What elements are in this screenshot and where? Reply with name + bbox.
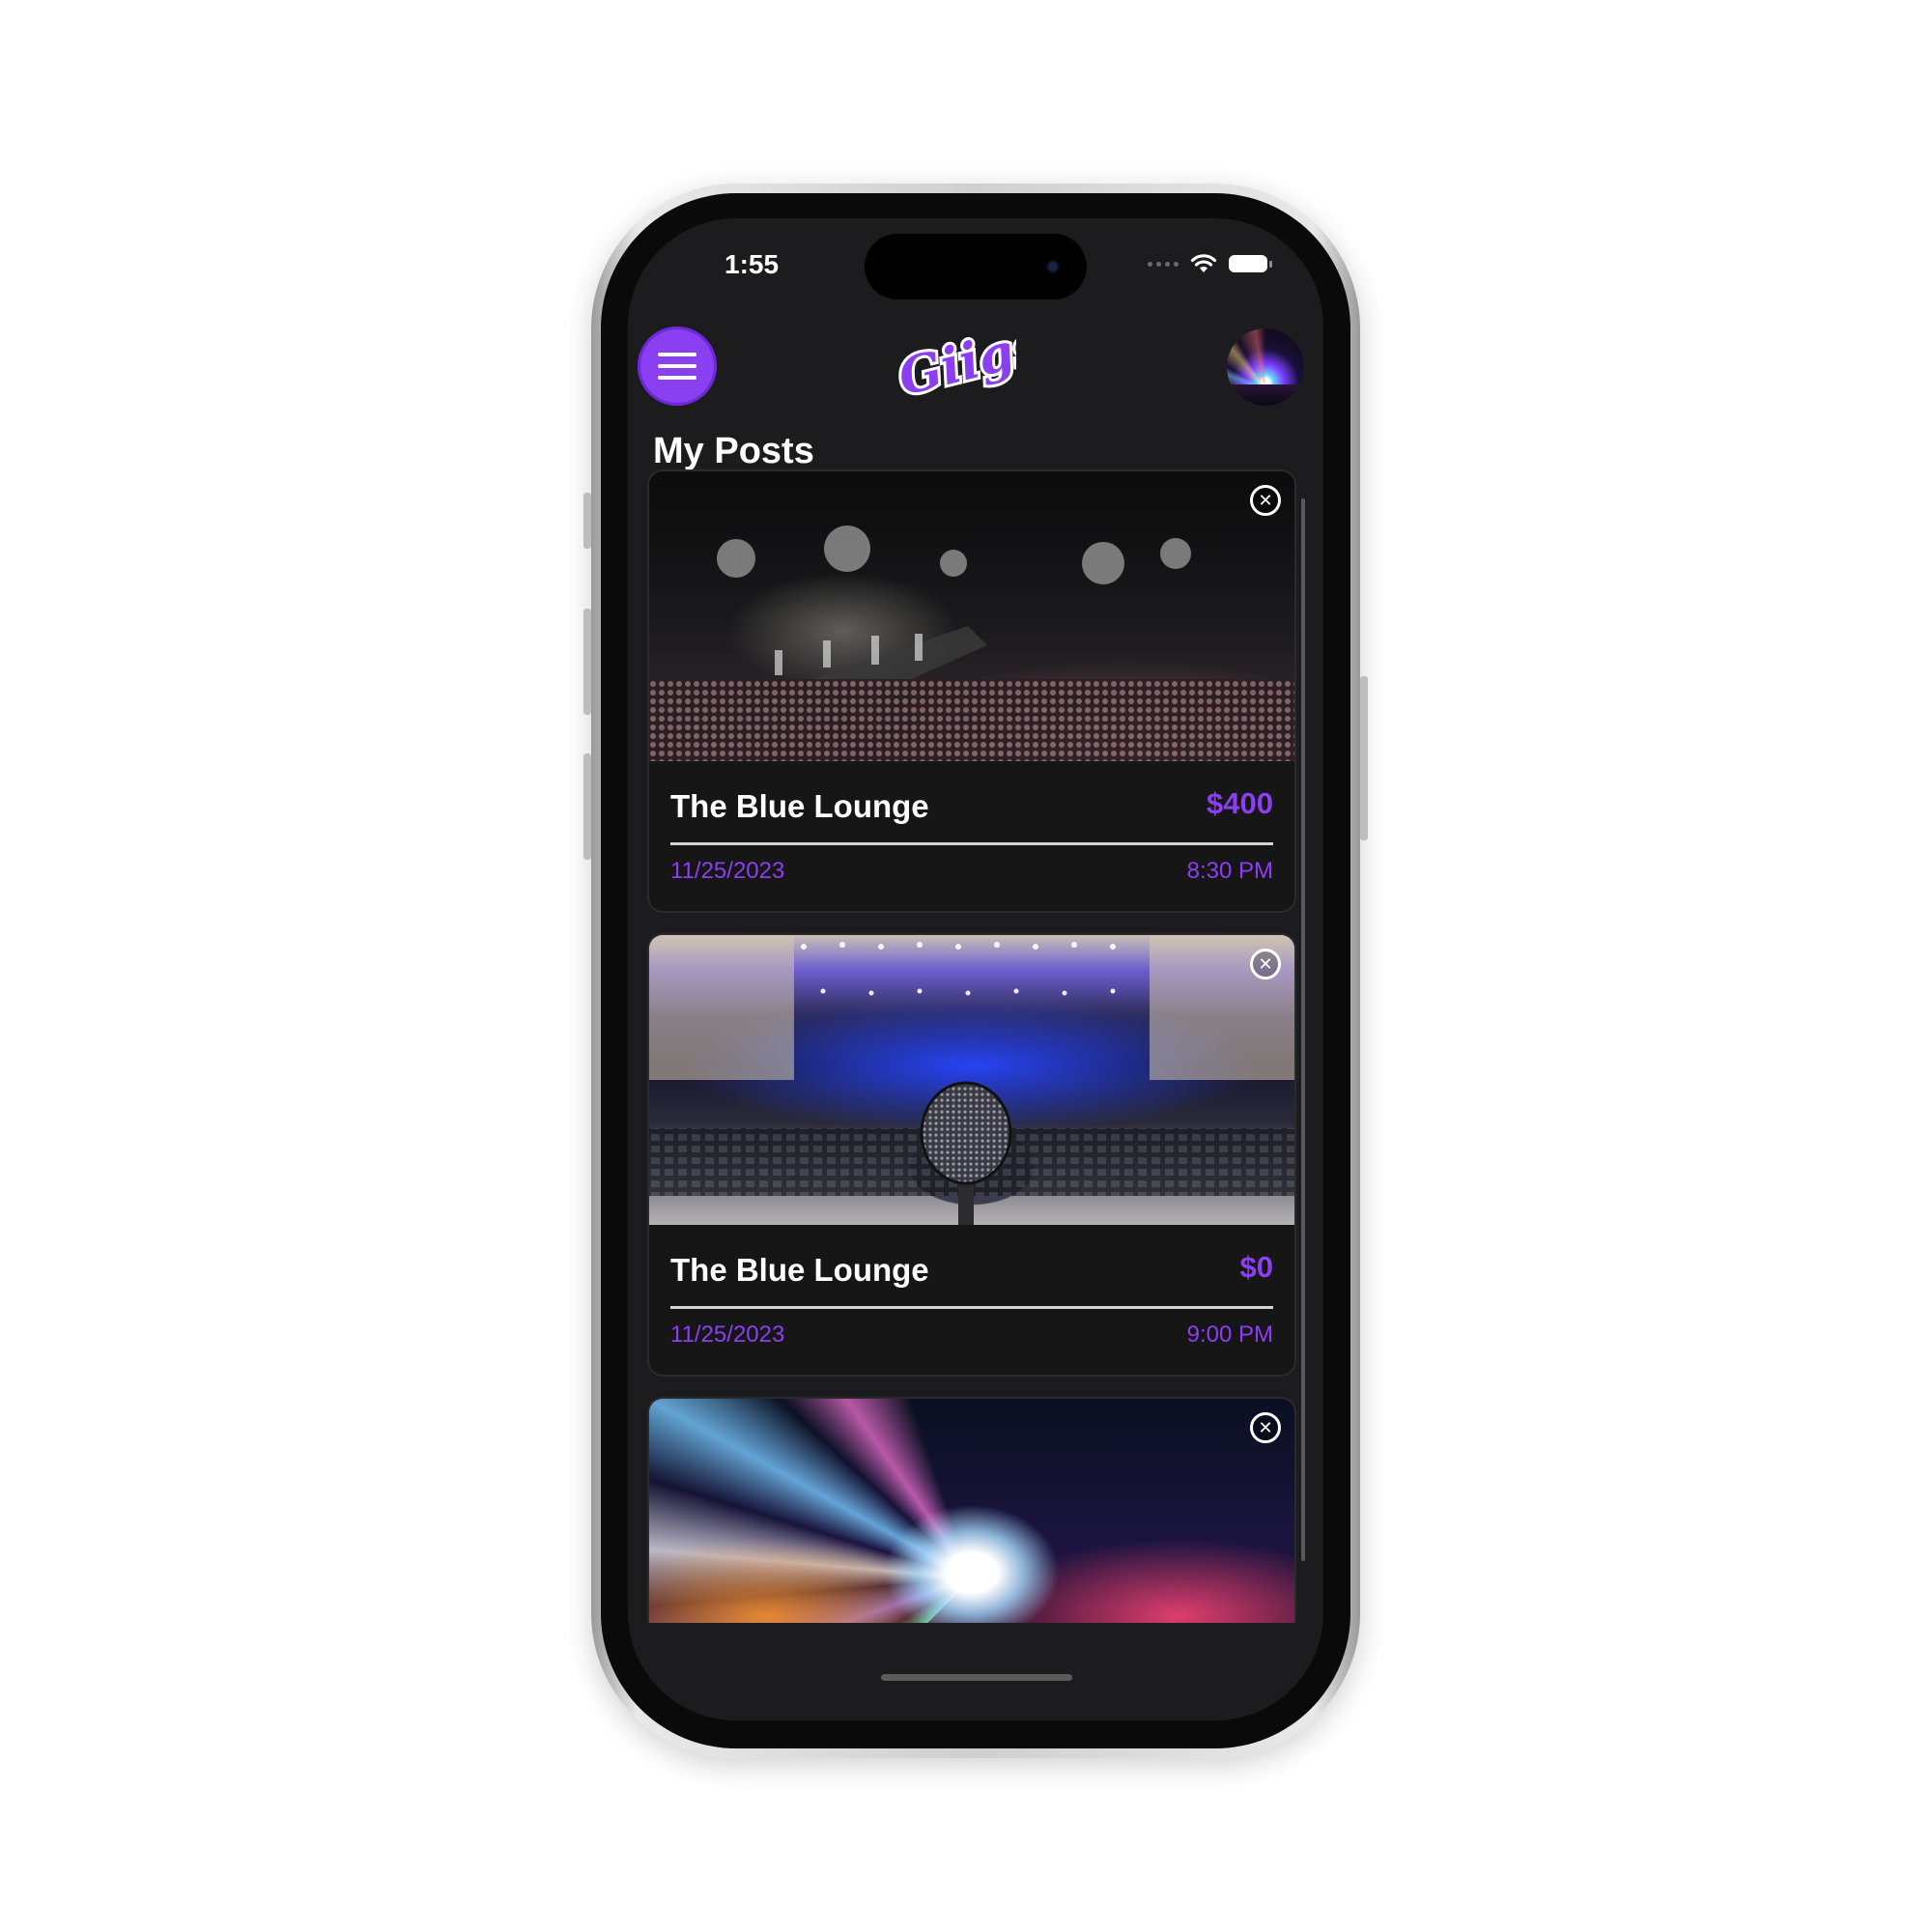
post-date: 11/25/2023 xyxy=(670,858,785,884)
status-time: 1:55 xyxy=(724,249,780,279)
post-time: 8:30 PM xyxy=(1186,858,1273,884)
cellular-signal-icon xyxy=(1148,261,1179,267)
front-camera xyxy=(1048,262,1058,271)
divider xyxy=(670,1306,1273,1309)
post-title: The Blue Lounge xyxy=(670,788,929,824)
close-icon[interactable]: ✕ xyxy=(1250,1412,1281,1443)
post-date: 11/25/2023 xyxy=(670,1321,785,1348)
close-icon[interactable]: ✕ xyxy=(1250,949,1281,980)
page-title: My Posts xyxy=(653,431,814,471)
status-indicators xyxy=(1148,253,1272,274)
wifi-icon xyxy=(1190,254,1217,272)
hamburger-menu-icon xyxy=(658,353,696,356)
post-card[interactable]: ✕ The Blue Lounge $0 11/25/2023 9:00 PM xyxy=(649,935,1294,1375)
battery-icon xyxy=(1229,255,1272,272)
post-card[interactable]: ✕ The Blue Lounge $400 11/25/2023 8:30 P… xyxy=(649,471,1294,911)
post-price: $400 xyxy=(1207,786,1273,820)
profile-avatar[interactable] xyxy=(1227,328,1304,406)
post-title: The Blue Lounge xyxy=(670,1252,929,1288)
post-time: 9:00 PM xyxy=(1186,1321,1273,1348)
menu-button[interactable] xyxy=(638,327,717,406)
home-indicator[interactable] xyxy=(881,1674,1072,1681)
svg-text:Giigs: Giigs xyxy=(893,323,1016,408)
post-price: $0 xyxy=(1239,1250,1273,1284)
phone-volume-up-button xyxy=(583,609,591,715)
giigs-logo: Giigs xyxy=(891,323,1016,410)
scrollbar[interactable] xyxy=(1301,498,1305,1561)
phone-power-button xyxy=(1360,676,1368,840)
app-screen: 1:55 Giigs My Posts ✕ The Blue Lounge $4… xyxy=(628,218,1323,1720)
bottom-bar xyxy=(628,1623,1323,1720)
close-icon[interactable]: ✕ xyxy=(1250,485,1281,516)
post-image xyxy=(649,935,1294,1225)
phone-volume-down-button xyxy=(583,753,591,860)
divider xyxy=(670,842,1273,845)
phone-side-button xyxy=(583,493,591,549)
post-image xyxy=(649,471,1294,761)
dynamic-island xyxy=(865,234,1087,299)
